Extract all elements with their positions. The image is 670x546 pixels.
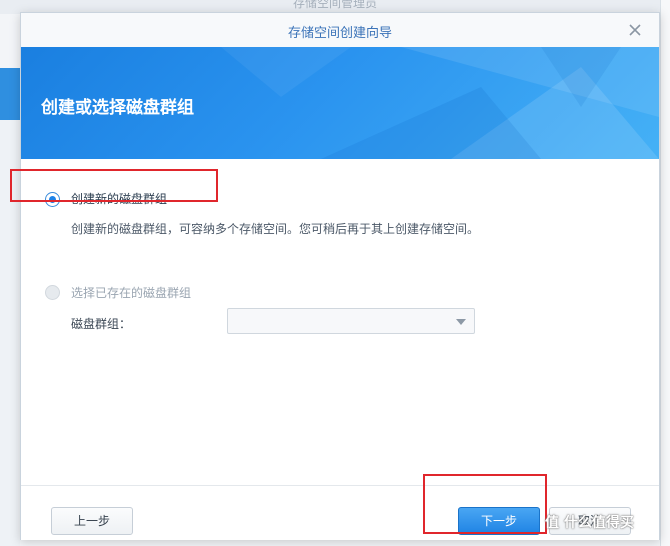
next-button[interactable]: 下一步 (458, 507, 540, 535)
existing-group-label[interactable]: 选择已存在的磁盘群组 (71, 284, 191, 301)
watermark: 值 什么值得买 (545, 515, 634, 531)
background-window-title: 存储空间管理员 (292, 0, 377, 10)
dialog-title: 存储空间创建向导 (287, 26, 392, 41)
existing-group-radio[interactable] (45, 285, 60, 300)
background-sidebar-active (0, 68, 20, 120)
create-group-radio[interactable] (45, 192, 60, 207)
disk-group-field-label: 磁盘群组： (71, 317, 132, 331)
disk-group-select[interactable] (227, 308, 475, 334)
dialog-titlebar: 存储空间创建向导 (21, 13, 659, 48)
header-banner: 创建或选择磁盘群组 (21, 47, 659, 159)
wizard-dialog: 存储空间创建向导 创建或选择磁盘群组 创建新的磁盘群组 创建新的磁盘群组，可容纳… (20, 12, 660, 540)
prev-button[interactable]: 上一步 (51, 507, 133, 535)
create-group-label[interactable]: 创建新的磁盘群组 (71, 190, 167, 207)
banner-title: 创建或选择磁盘群组 (41, 98, 194, 118)
background-right-panel (660, 0, 670, 546)
background-sidebar (0, 120, 20, 546)
close-icon[interactable] (625, 20, 645, 40)
chevron-down-icon (456, 319, 466, 325)
create-group-description: 创建新的磁盘群组，可容纳多个存储空间。您可稍后再于其上创建存储空间。 (71, 222, 480, 236)
